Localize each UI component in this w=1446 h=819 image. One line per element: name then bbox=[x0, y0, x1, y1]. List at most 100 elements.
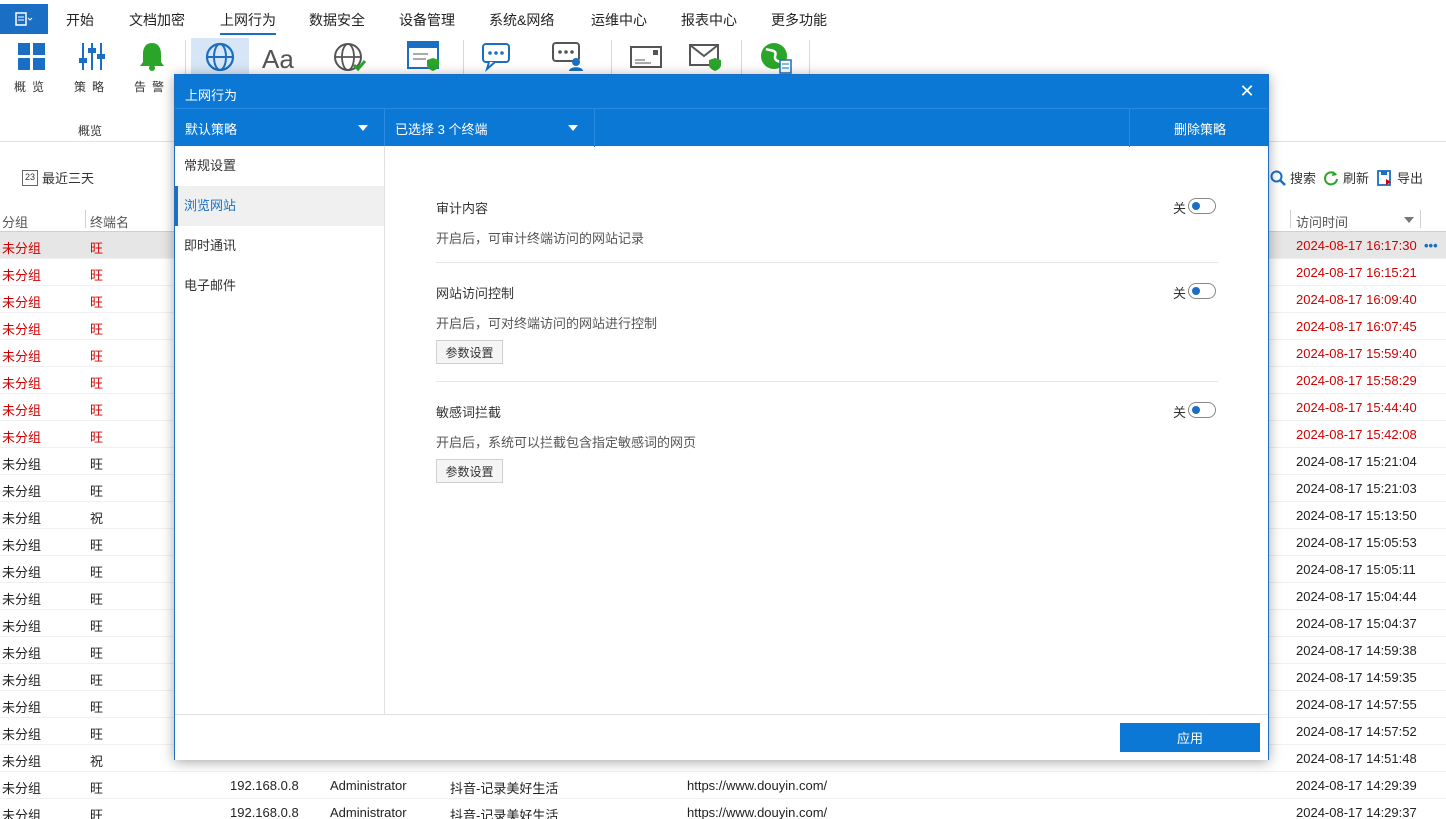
ribbon-overview-button[interactable]: 概览 bbox=[3, 38, 61, 100]
nav-email[interactable]: 电子邮件 bbox=[175, 266, 384, 306]
col-separator[interactable] bbox=[1290, 210, 1291, 228]
menu-system-network[interactable]: 系统&网络 bbox=[489, 10, 554, 30]
cell-group: 未分组 bbox=[2, 403, 42, 418]
menu-device-management[interactable]: 设备管理 bbox=[399, 10, 455, 30]
close-icon[interactable]: ✕ bbox=[1238, 82, 1256, 100]
cell-visit-time: 2024-08-17 15:21:04 bbox=[1296, 454, 1417, 469]
ribbon-chat-button[interactable] bbox=[469, 38, 527, 74]
col-header-visit-time[interactable]: 访问时间 bbox=[1296, 212, 1348, 231]
more-options-icon[interactable]: ••• bbox=[1424, 238, 1438, 253]
menu-start[interactable]: 开始 bbox=[66, 10, 94, 30]
cell-terminal-name: 旺 bbox=[90, 268, 104, 283]
audit-content-toggle[interactable] bbox=[1188, 198, 1216, 214]
nav-instant-messaging[interactable]: 即时通讯 bbox=[175, 226, 384, 266]
ribbon-email-button[interactable] bbox=[617, 38, 675, 74]
menu-doc-encryption[interactable]: 文档加密 bbox=[129, 10, 185, 30]
website-access-params-button[interactable]: 参数设置 bbox=[436, 340, 503, 364]
toggle-knob bbox=[1192, 287, 1200, 295]
cell-group: 未分组 bbox=[2, 322, 42, 337]
cell-terminal-name: 旺 bbox=[90, 619, 104, 634]
cell-terminal-name: 旺 bbox=[90, 295, 104, 310]
ribbon-alarm-label: 告警 bbox=[133, 80, 170, 94]
cell-group: 未分组 bbox=[2, 781, 42, 796]
chevron-down-icon bbox=[568, 125, 578, 131]
search-button[interactable]: 搜索 bbox=[1270, 168, 1316, 187]
sensitive-word-params-button[interactable]: 参数设置 bbox=[436, 459, 503, 483]
col-separator[interactable] bbox=[85, 210, 86, 228]
ribbon-policy-button[interactable]: 策略 bbox=[63, 38, 121, 100]
apply-button[interactable]: 应用 bbox=[1120, 723, 1260, 752]
ribbon-font-button[interactable]: Aa bbox=[251, 38, 309, 74]
cell-group: 未分组 bbox=[2, 511, 42, 526]
cell-terminal-name: 旺 bbox=[90, 727, 104, 742]
setting-title: 审计内容 bbox=[436, 201, 489, 216]
ribbon-web-browsing-button[interactable] bbox=[191, 38, 249, 74]
cell-terminal-name: 旺 bbox=[90, 457, 104, 472]
cell-group: 未分组 bbox=[2, 241, 42, 256]
cell-visit-time: 2024-08-17 15:21:03 bbox=[1296, 481, 1417, 496]
terminal-select-value: 已选择 3 个终端 bbox=[395, 121, 488, 137]
menu-ops-center[interactable]: 运维中心 bbox=[591, 10, 647, 30]
cell-visit-time: 2024-08-17 15:05:11 bbox=[1296, 562, 1416, 577]
setting-description: 开启后，可审计终端访问的网站记录 bbox=[436, 231, 645, 246]
menu-list-icon[interactable] bbox=[0, 4, 48, 34]
menu-report-center[interactable]: 报表中心 bbox=[681, 10, 737, 30]
chat-user-icon bbox=[552, 42, 583, 71]
cell-terminal-name: 旺 bbox=[90, 376, 104, 391]
setting-description: 开启后，系统可以拦截包含指定敏感词的网页 bbox=[436, 435, 697, 450]
nav-general-settings[interactable]: 常规设置 bbox=[175, 146, 384, 186]
menu-more-functions[interactable]: 更多功能 bbox=[771, 10, 827, 30]
cell-visit-time: 2024-08-17 15:04:37 bbox=[1296, 616, 1417, 631]
cell-terminal-name: 旺 bbox=[90, 700, 104, 715]
sort-dropdown-icon[interactable] bbox=[1403, 216, 1415, 224]
col-header-group[interactable]: 分组 bbox=[2, 212, 28, 231]
cell-terminal-name: 旺 bbox=[90, 673, 104, 688]
globe-check-icon bbox=[334, 43, 367, 72]
cell-terminal-name: 旺 bbox=[90, 808, 104, 819]
cell-visit-time: 2024-08-17 16:17:30 bbox=[1296, 238, 1417, 253]
top-menu-bar: 开始 文档加密 上网行为 数据安全 设备管理 系统&网络 运维中心 报表中心 更… bbox=[0, 0, 1446, 38]
cell-group: 未分组 bbox=[2, 700, 42, 715]
toggle-knob bbox=[1192, 406, 1200, 414]
website-access-toggle[interactable] bbox=[1188, 283, 1216, 299]
col-separator[interactable] bbox=[1420, 210, 1421, 228]
cell-group: 未分组 bbox=[2, 538, 42, 553]
overview-grid-icon bbox=[18, 43, 45, 70]
internet-behavior-dialog: 上网行为 ✕ 默认策略 已选择 3 个终端 删除策略 常规设置 浏览网站 即时通… bbox=[174, 74, 1269, 760]
settings-nav: 常规设置 浏览网站 即时通讯 电子邮件 bbox=[175, 146, 385, 714]
chevron-down-icon bbox=[358, 125, 368, 131]
export-icon bbox=[1377, 169, 1391, 186]
ribbon-im-user-button[interactable] bbox=[539, 38, 597, 74]
sensitive-word-toggle[interactable] bbox=[1188, 402, 1216, 418]
alarm-bell-icon bbox=[140, 43, 164, 71]
cell-group: 未分组 bbox=[2, 268, 42, 283]
policy-sliders-icon bbox=[79, 43, 105, 70]
date-filter-button[interactable]: 23 最近三天 bbox=[22, 168, 94, 187]
delete-policy-button[interactable]: 删除策略 bbox=[1129, 109, 1270, 147]
cell-visit-time: 2024-08-17 14:57:52 bbox=[1296, 724, 1417, 739]
cell-terminal-name: 旺 bbox=[90, 322, 104, 337]
col-header-terminal[interactable]: 终端名 bbox=[90, 212, 129, 231]
ribbon-alarm-button[interactable]: 告警 bbox=[123, 38, 181, 100]
ribbon-separator bbox=[809, 40, 810, 76]
setting-description: 开启后，可对终端访问的网站进行控制 bbox=[436, 316, 658, 331]
export-button[interactable]: 导出 bbox=[1377, 168, 1423, 187]
ribbon-web-shield-button[interactable] bbox=[395, 38, 453, 74]
terminal-select[interactable]: 已选择 3 个终端 bbox=[385, 109, 595, 147]
refresh-button[interactable]: 刷新 bbox=[1323, 168, 1369, 187]
cell-terminal-name: 旺 bbox=[90, 646, 104, 661]
cell-group: 未分组 bbox=[2, 565, 42, 580]
cell-terminal-name: 旺 bbox=[90, 241, 104, 256]
table-row[interactable]: 未分组 旺 192.168.0.8 Administrator 抖音-记录美好生活 htt… bbox=[0, 772, 1446, 799]
envelope-icon bbox=[630, 46, 662, 68]
table-row[interactable]: 未分组 旺 192.168.0.8 Administrator 抖音-记录美好生活 htt… bbox=[0, 799, 1446, 819]
ribbon-web-control-button[interactable] bbox=[321, 38, 379, 74]
ribbon-email-control-button[interactable] bbox=[677, 38, 735, 74]
ribbon-policy-label: 策略 bbox=[73, 80, 110, 94]
calendar-icon: 23 bbox=[22, 169, 38, 186]
ribbon-network-button[interactable] bbox=[747, 38, 805, 74]
policy-select[interactable]: 默认策略 bbox=[175, 109, 385, 147]
nav-browse-websites[interactable]: 浏览网站 bbox=[175, 186, 384, 226]
menu-data-security[interactable]: 数据安全 bbox=[309, 10, 365, 30]
menu-internet-behavior[interactable]: 上网行为 bbox=[220, 10, 276, 35]
